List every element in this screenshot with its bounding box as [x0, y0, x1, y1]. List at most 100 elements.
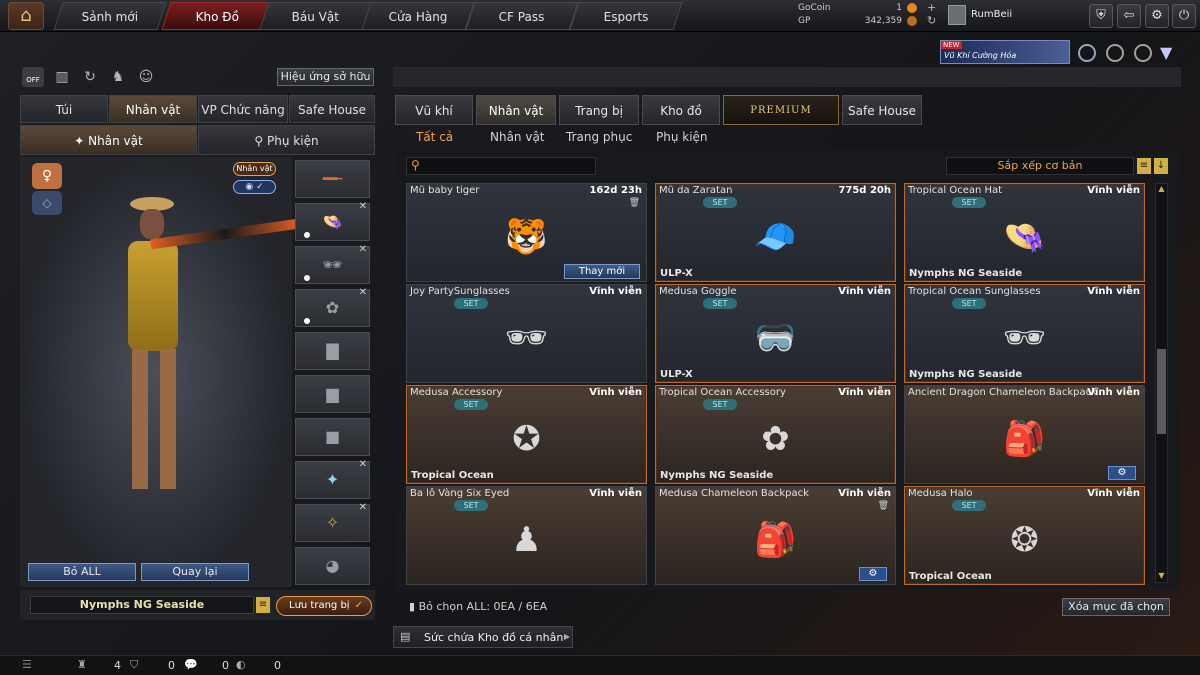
refresh-icon[interactable]: ↻ [927, 14, 936, 27]
stats-icon[interactable]: ▥ [52, 67, 72, 87]
item-card[interactable]: Tropical Ocean Hat Vĩnh viễn SET 👒 Nymphs NG… [904, 183, 1145, 282]
left-tab-safe-house[interactable]: Safe House [289, 95, 375, 123]
renew-button[interactable]: Thay mới [564, 264, 640, 279]
nav-tab-shop[interactable]: Cửa Hàng [361, 2, 475, 30]
menu-icon[interactable]: ≡ [256, 597, 270, 613]
avatar[interactable] [948, 5, 966, 25]
item-card[interactable]: Medusa Goggle Vĩnh viễn SET 🥽 ULP-X [655, 284, 896, 383]
slot-mask[interactable]: ▇ [295, 332, 370, 370]
sort-direction-icon[interactable]: ↓ [1154, 158, 1168, 174]
save-loadout-button[interactable]: Lưu trang bị ✓ [276, 596, 372, 616]
exit-room-icon[interactable]: ⇦ [1117, 4, 1141, 28]
right-tab-storage[interactable]: Kho đồ [642, 95, 720, 125]
item-card[interactable]: Ancient Dragon Chameleon Backpack Vĩnh vi… [904, 385, 1145, 484]
right-tab-safe-house[interactable]: Safe House [842, 95, 922, 125]
remove-icon[interactable]: ✕ [359, 201, 367, 213]
item-card[interactable]: Medusa Chameleon Backpack Vĩnh viễn 🎒 ⚙ 🗑 [655, 486, 896, 585]
character-preview[interactable]: ♀ ◇ Nhân vật ◉ ✓ [20, 157, 300, 587]
scrollbar-track[interactable]: ▲ ▼ [1155, 183, 1168, 583]
back-button[interactable]: Quay lại [141, 563, 249, 581]
off-toggle-icon[interactable]: OFF [22, 67, 44, 87]
nav-tab-lobby[interactable]: Sảnh mới [53, 2, 167, 30]
filter-all[interactable]: Tất cả [416, 130, 453, 144]
event-icon-2[interactable] [1106, 44, 1124, 62]
owned-effects-button[interactable]: Hiệu ứng sở hữu [277, 68, 374, 86]
item-card[interactable]: Joy PartySunglasses Vĩnh viễn SET 🕶 [406, 284, 647, 383]
right-tab-premium[interactable]: PREMIUM [723, 95, 839, 125]
emote-icon[interactable]: ☺ [136, 67, 156, 87]
remove-all-button[interactable]: Bỏ ALL [28, 563, 136, 581]
hidden-icon[interactable]: ◇ [32, 191, 62, 215]
filter-character[interactable]: Nhân vật [490, 130, 545, 144]
leg-left-shape [132, 349, 148, 489]
nav-tab-esports[interactable]: Esports [569, 2, 683, 30]
slot-badge[interactable]: ✦ ✕ [295, 459, 370, 499]
storage-capacity-bar[interactable]: ▤ Sức chứa Kho đồ cá nhân ▶ [393, 626, 573, 648]
slot-accessory[interactable]: ✿ ✕ [295, 287, 370, 327]
preset-name-field[interactable]: Nymphs NG Seaside [30, 596, 254, 614]
item-card[interactable]: Tropical Ocean Sunglasses Vĩnh viễn SET 🕶 Ny… [904, 284, 1145, 383]
gender-icon[interactable]: ♀ [32, 163, 62, 189]
mail-icon[interactable]: ◐ [236, 658, 246, 671]
remove-icon[interactable]: ✕ [359, 459, 367, 471]
left-tab-bag[interactable]: Túi [20, 95, 108, 123]
event-icon-1[interactable] [1078, 44, 1096, 62]
trash-icon[interactable]: 🗑 [878, 501, 889, 511]
gp-value: 342,359 [864, 16, 902, 26]
eye-icon[interactable]: ◉ ✓ [233, 180, 276, 194]
sort-menu-icon[interactable]: ≡ [1137, 158, 1151, 174]
item-card[interactable]: Ba lô Vàng Six Eyed Vĩnh viễn SET ♟ [406, 486, 647, 585]
nav-tab-treasure[interactable]: Báu Vật [259, 2, 373, 30]
chat-icon[interactable]: 💬 [184, 658, 198, 671]
home-button[interactable]: ⌂ [8, 2, 44, 30]
left-tab-function[interactable]: VP Chức năng [198, 95, 288, 123]
set-badge: SET [703, 197, 737, 208]
promo-banner[interactable]: NEW Vũ Khí Cường Hóa [940, 40, 1070, 64]
scrollbar-thumb[interactable] [1157, 349, 1166, 434]
slot-weapon[interactable]: ━╾ [295, 160, 370, 198]
item-card[interactable]: Tropical Ocean Accessory Vĩnh viễn SET ✿ Nym… [655, 385, 896, 484]
filter-costume[interactable]: Trang phục [566, 130, 632, 144]
sort-dropdown[interactable]: Sắp xếp cơ bản [946, 157, 1134, 175]
right-tab-weapon[interactable]: Vũ khí [395, 95, 473, 125]
slot-lips[interactable]: ◕ [295, 547, 370, 585]
event-icon-4[interactable]: ▼ [1160, 44, 1180, 62]
slot-back[interactable]: ■ [295, 418, 370, 456]
settings-gear-icon[interactable]: ⚙ [859, 567, 887, 581]
right-tab-equipment[interactable]: Trang bị [559, 95, 639, 125]
item-card[interactable]: Medusa Halo Vĩnh viễn SET ❂ Tropical Ocean [904, 486, 1145, 585]
item-card[interactable]: Medusa Accessory Vĩnh viễn SET ✪ Tropical Oc… [406, 385, 647, 484]
event-icon-3[interactable] [1134, 44, 1152, 62]
slot-hat[interactable]: 👒 ✕ [295, 201, 370, 241]
clan-status-icon[interactable]: ⛉ [130, 658, 138, 672]
settings-icon[interactable]: ⚙ [1145, 4, 1169, 28]
clear-selected-button[interactable]: Xóa mục đã chọn [1062, 598, 1170, 616]
left-tab-character[interactable]: Nhân vật [109, 95, 197, 123]
slot-glasses[interactable]: 🕶 ✕ [295, 244, 370, 284]
subtab-character[interactable]: ✦ Nhân vật [20, 125, 197, 155]
list-icon[interactable]: ☰ [22, 658, 32, 671]
remove-icon[interactable]: ✕ [359, 502, 367, 514]
remove-icon[interactable]: ✕ [359, 287, 367, 299]
nav-tab-cf-pass[interactable]: CF Pass [465, 2, 579, 30]
filter-accessory[interactable]: Phụ kiện [656, 130, 708, 144]
friends-icon[interactable]: ♜ [77, 658, 87, 671]
slot-vest[interactable]: ▆ [295, 375, 370, 413]
pose-icon[interactable]: ♞ [108, 67, 128, 87]
trash-icon[interactable]: 🗑 [629, 198, 640, 208]
subtab-accessory[interactable]: ⚲ Phụ kiện [198, 125, 375, 155]
settings-gear-icon[interactable]: ⚙ [1108, 466, 1136, 480]
search-input[interactable]: ⚲ [406, 157, 596, 175]
rotate-icon[interactable]: ↻ [80, 67, 100, 87]
clan-icon[interactable]: ⛨ [1089, 4, 1113, 28]
power-icon[interactable]: ⏻ [1172, 4, 1196, 28]
scroll-up-icon[interactable]: ▲ [1157, 184, 1166, 194]
item-card[interactable]: Mũ da Zaratan 775d 20h SET 🧢 ULP-X [655, 183, 896, 282]
right-tab-character[interactable]: Nhân vật [476, 95, 556, 125]
nav-tab-inventory[interactable]: Kho Đồ [161, 2, 275, 30]
slot-extra[interactable]: ✧ ✕ [295, 502, 370, 542]
item-card[interactable]: Mũ baby tiger 162d 23h 🐯 Thay mới 🗑 [406, 183, 647, 282]
add-coin-icon[interactable]: + [927, 1, 936, 14]
scroll-down-icon[interactable]: ▼ [1157, 571, 1166, 581]
remove-icon[interactable]: ✕ [359, 244, 367, 256]
